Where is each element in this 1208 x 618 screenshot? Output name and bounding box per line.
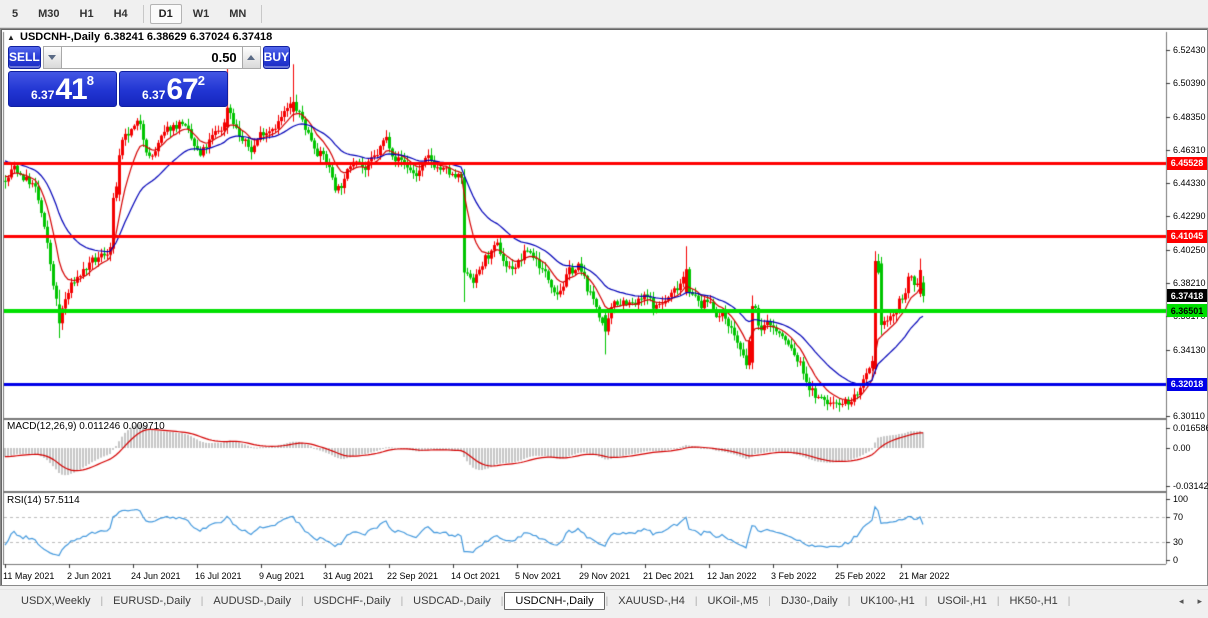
triangle-down-icon: [48, 55, 56, 60]
price-line-badge: 6.36501: [1167, 304, 1207, 317]
price-axis-label: 6.42290: [1173, 211, 1206, 221]
sell-price-button[interactable]: 6.37418: [8, 71, 117, 107]
macd-axis-label: 0.016586: [1173, 423, 1208, 433]
price-axis-label: 6.44330: [1173, 178, 1206, 188]
chart-tab-bar: USDX,Weekly|EURUSD-,Daily|AUDUSD-,Daily|…: [0, 589, 1208, 612]
date-axis-label: 5 Nov 2021: [515, 571, 561, 581]
chart-tab-audusd-daily[interactable]: AUDUSD-,Daily: [204, 593, 300, 609]
sell-price-prefix: 6.37: [31, 88, 54, 102]
chart-tab-ukoil-m5[interactable]: UKOil-,M5: [698, 593, 767, 609]
buy-price-button[interactable]: 6.37672: [119, 71, 228, 107]
tab-separator: |: [1068, 596, 1071, 607]
tab-separator: |: [501, 596, 504, 607]
price-axis-label: 6.30110: [1173, 411, 1205, 421]
tab-separator: |: [301, 596, 304, 607]
chart-title-ohlc: USDCNH-,Daily 6.38241 6.38629 6.37024 6.3…: [20, 31, 276, 43]
date-axis-label: 29 Nov 2021: [579, 571, 630, 581]
date-axis-label: 24 Jun 2021: [131, 571, 181, 581]
sell-price-fraction: 8: [87, 73, 94, 88]
symbol-name: USDCNH-,Daily: [20, 31, 100, 43]
volume-input[interactable]: [62, 46, 242, 69]
date-axis-label: 11 May 2021: [3, 571, 54, 581]
macd-axis-label: 0.00: [1173, 443, 1191, 453]
date-axis-label: 16 Jul 2021: [195, 571, 242, 581]
price-axis-label: 6.34130: [1173, 345, 1206, 355]
macd-indicator-label: MACD(12,26,9) 0.011246 0.009710: [7, 421, 165, 432]
chart-tab-uk100-h1[interactable]: UK100-,H1: [851, 593, 923, 609]
chart-tab-hk50-h1[interactable]: HK50-,H1: [1000, 593, 1066, 609]
macd-axis-label: -0.031421: [1173, 481, 1208, 491]
tab-separator: |: [695, 596, 698, 607]
tab-separator: |: [997, 596, 1000, 607]
price-axis-label: 6.52430: [1173, 45, 1206, 55]
date-axis-label: 14 Oct 2021: [451, 571, 500, 581]
rsi-axis-label: 30: [1173, 537, 1183, 547]
buy-price-fraction: 2: [198, 73, 205, 88]
volume-increase-button[interactable]: [242, 46, 261, 69]
price-line-badge: 6.32018: [1167, 378, 1207, 391]
ohlc-values: 6.38241 6.38629 6.37024 6.37418: [104, 31, 272, 43]
tab-separator: |: [201, 596, 204, 607]
date-axis-label: 21 Dec 2021: [643, 571, 694, 581]
sell-button[interactable]: SELL: [8, 46, 41, 69]
tab-separator: |: [401, 596, 404, 607]
date-axis-label: 22 Sep 2021: [387, 571, 438, 581]
trading-terminal: { "toolbar": { "timeframes": ["5","M30",…: [0, 0, 1208, 618]
rsi-axis-label: 100: [1173, 494, 1188, 504]
scroll-tabs-left-icon[interactable]: ◂: [1179, 596, 1184, 607]
tab-separator: |: [925, 596, 928, 607]
date-axis-label: 21 Mar 2022: [899, 571, 950, 581]
tab-separator: |: [768, 596, 771, 607]
scroll-tabs-right-icon[interactable]: ▸: [1197, 596, 1202, 607]
volume-decrease-button[interactable]: [43, 46, 62, 69]
buy-price-pips: 67: [166, 75, 197, 105]
tab-separator: |: [100, 596, 103, 607]
collapse-trade-panel-icon[interactable]: ▲: [7, 33, 15, 42]
sell-price-pips: 41: [55, 75, 86, 105]
chart-tab-eurusd-daily[interactable]: EURUSD-,Daily: [104, 593, 200, 609]
price-axis-label: 6.38210: [1173, 278, 1206, 288]
price-axis-label: 6.50390: [1173, 78, 1206, 88]
price-line-badge: 6.37418: [1167, 289, 1207, 302]
one-click-trading-widget: SELL BUY 6.37418 6.37672: [8, 46, 230, 107]
triangle-up-icon: [247, 55, 255, 60]
price-axis-label: 6.40250: [1173, 245, 1206, 255]
date-axis-label: 2 Jun 2021: [67, 571, 112, 581]
date-axis-label: 25 Feb 2022: [835, 571, 886, 581]
chart-tab-usdchf-daily[interactable]: USDCHF-,Daily: [305, 593, 400, 609]
rsi-axis-label: 70: [1173, 512, 1183, 522]
price-line-badge: 6.41045: [1167, 230, 1207, 243]
price-line-badge: 6.45528: [1167, 157, 1207, 170]
buy-button[interactable]: BUY: [263, 46, 290, 69]
tab-separator: |: [848, 596, 851, 607]
tab-separator: |: [606, 596, 609, 607]
date-axis-label: 31 Aug 2021: [323, 571, 374, 581]
date-axis-label: 9 Aug 2021: [259, 571, 305, 581]
rsi-indicator-label: RSI(14) 57.5114: [7, 495, 80, 506]
chart-tab-usdcad-daily[interactable]: USDCAD-,Daily: [404, 593, 500, 609]
chart-tab-usdcnh-daily[interactable]: USDCNH-,Daily: [504, 592, 604, 610]
price-axis-label: 6.46310: [1173, 145, 1206, 155]
date-axis-label: 12 Jan 2022: [707, 571, 757, 581]
chart-tab-dj30-daily[interactable]: DJ30-,Daily: [772, 593, 847, 609]
rsi-axis-label: 0: [1173, 555, 1178, 565]
chart-tab-xauusd-h4[interactable]: XAUUSD-,H4: [609, 593, 694, 609]
chart-tab-usdx-weekly[interactable]: USDX,Weekly: [12, 593, 99, 609]
buy-price-prefix: 6.37: [142, 88, 165, 102]
price-axis-label: 6.48350: [1173, 112, 1206, 122]
date-axis-label: 3 Feb 2022: [771, 571, 817, 581]
chart-tab-usoil-h1[interactable]: USOil-,H1: [928, 593, 996, 609]
